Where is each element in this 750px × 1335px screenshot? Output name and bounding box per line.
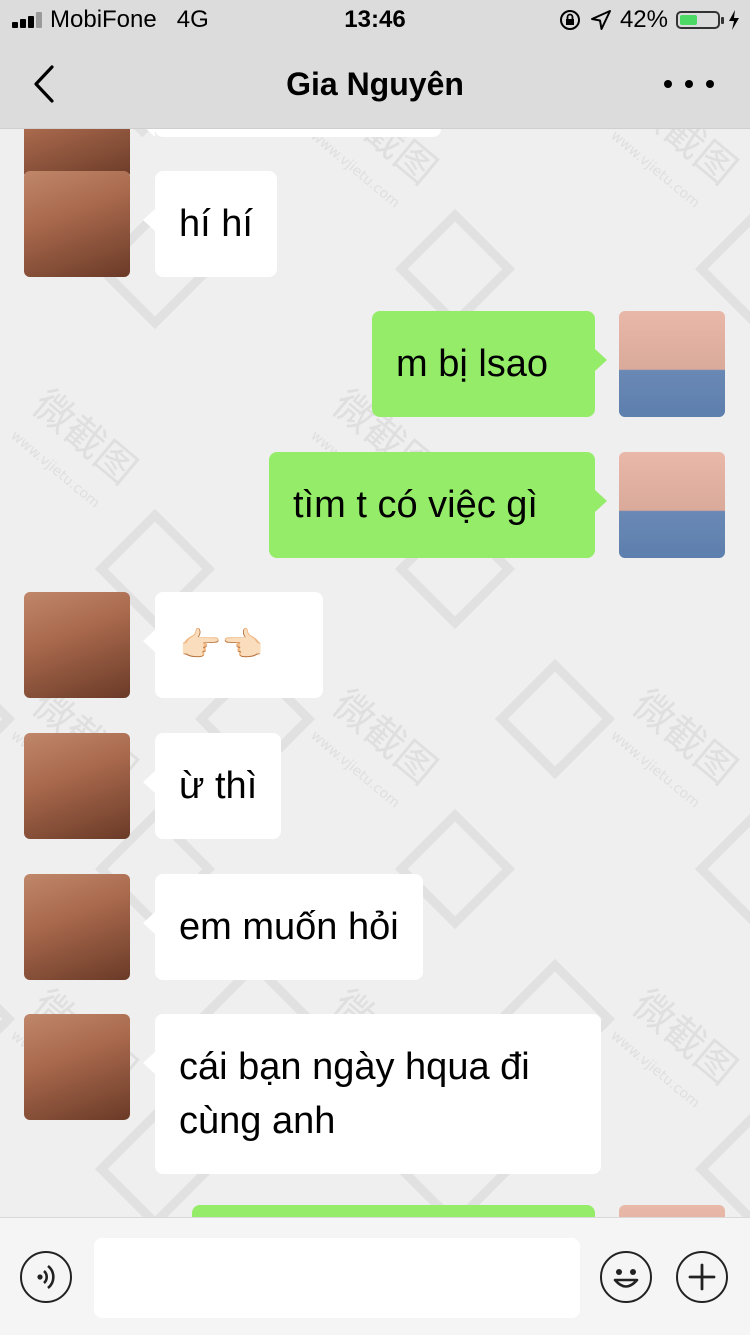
message-bubble[interactable]: m bị lsao [372,311,607,417]
svg-text:微截图: 微截图 [624,981,745,1093]
more-dots-icon [664,80,672,88]
battery-icon [676,11,724,29]
voice-button[interactable] [20,1251,72,1303]
plus-button[interactable] [676,1251,728,1303]
emoji-icon [613,1269,639,1288]
svg-text:微截图: 微截图 [324,129,445,194]
svg-text:www.vjietu.com: www.vjietu.com [607,728,702,812]
contact-avatar[interactable] [24,592,130,698]
contact-avatar[interactable] [24,1014,130,1120]
status-right: 42% [558,0,740,40]
message-bubble[interactable]: hí hí [143,171,277,277]
status-bar: MobiFone 4G 13:46 42% [0,0,750,40]
message-bubble[interactable]: 👉🏻👈🏻 [143,592,323,698]
svg-text:微截图: 微截图 [24,381,145,493]
message-bubble[interactable]: cái bạn ngày hqua đi cùng anh [143,1014,601,1174]
plus-icon [688,1263,716,1291]
svg-text:www.vjietu.com: www.vjietu.com [7,428,102,512]
message-bubble[interactable]: em muốn hỏi [143,874,423,980]
location-icon [590,10,611,30]
svg-text:www.vjietu.com: www.vjietu.com [607,1028,702,1112]
nav-bar: Gia Nguyên [0,40,750,129]
message-bubble[interactable] [143,129,441,137]
svg-text:www.vjietu.com: www.vjietu.com [307,129,402,211]
orientation-lock-icon [559,10,580,30]
message-bubble[interactable] [192,1205,595,1217]
battery-percent: 42% [619,6,668,33]
chat-area[interactable]: 微截图www.vjietu.com微截图www.vjietu.com微截图www… [0,129,750,1217]
my-avatar[interactable] [619,452,725,558]
chat-title: Gia Nguyên [286,66,464,102]
svg-text:微截图: 微截图 [624,681,745,793]
message-bubble[interactable]: ừ thì [142,733,282,839]
my-avatar[interactable] [619,1205,725,1217]
charging-icon [729,10,739,30]
svg-text:www.vjietu.com: www.vjietu.com [607,129,702,211]
input-bar [0,1217,750,1335]
emoji-button[interactable] [600,1251,652,1303]
contact-avatar[interactable] [24,171,130,277]
voice-icon [37,1264,55,1290]
more-button[interactable] [664,70,714,98]
svg-text:www.vjietu.com: www.vjietu.com [307,728,402,812]
my-avatar[interactable] [619,311,725,417]
message-bubble[interactable]: tìm t có việc gì [269,452,607,558]
svg-text:微截图: 微截图 [324,681,445,793]
contact-avatar[interactable] [24,874,130,980]
contact-avatar[interactable] [24,733,130,839]
svg-text:微截图: 微截图 [624,129,745,194]
message-input[interactable] [94,1238,580,1318]
